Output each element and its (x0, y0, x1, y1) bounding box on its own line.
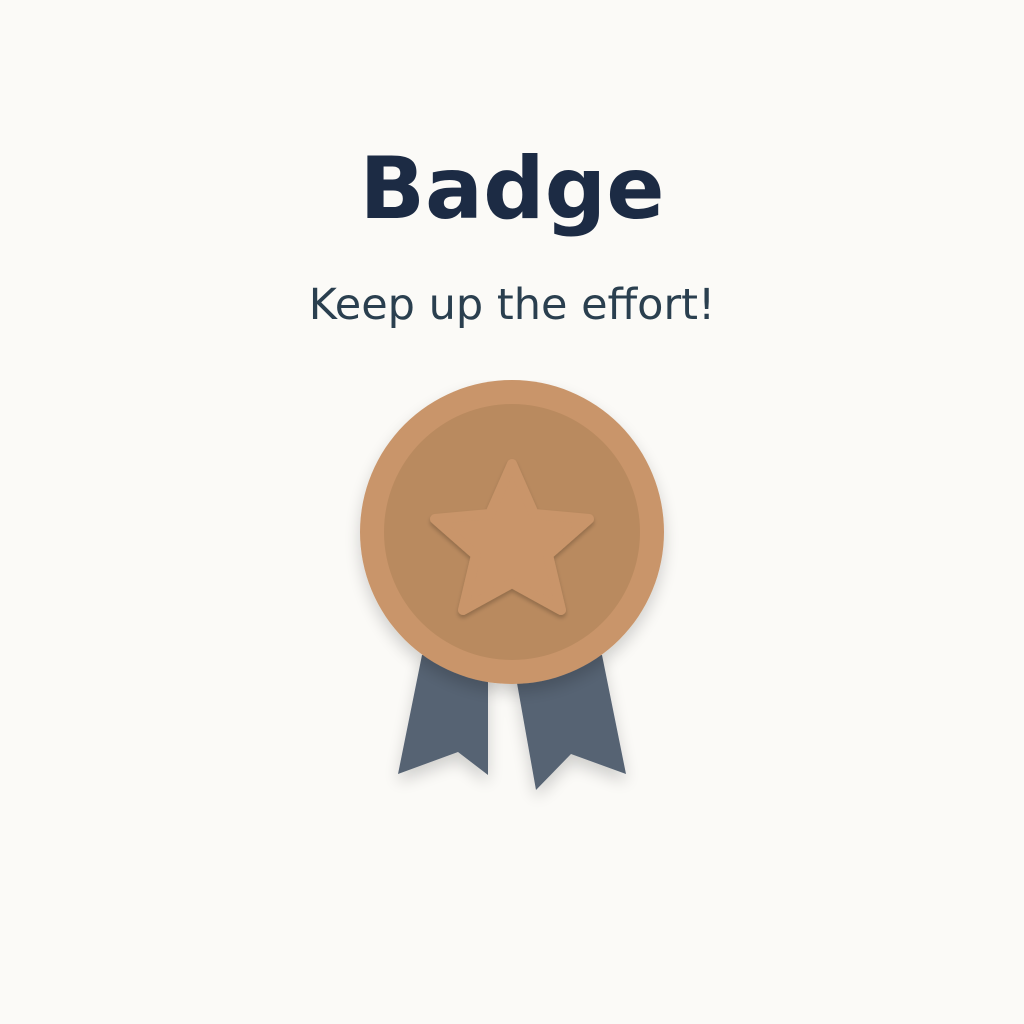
badge-graphic (360, 380, 664, 790)
badge-screen: Badge Keep up the effort! (0, 0, 1024, 1024)
badge-title: Badge (359, 139, 665, 239)
bronze-badge (340, 380, 684, 820)
encouragement-message: Keep up the effort! (308, 280, 716, 330)
